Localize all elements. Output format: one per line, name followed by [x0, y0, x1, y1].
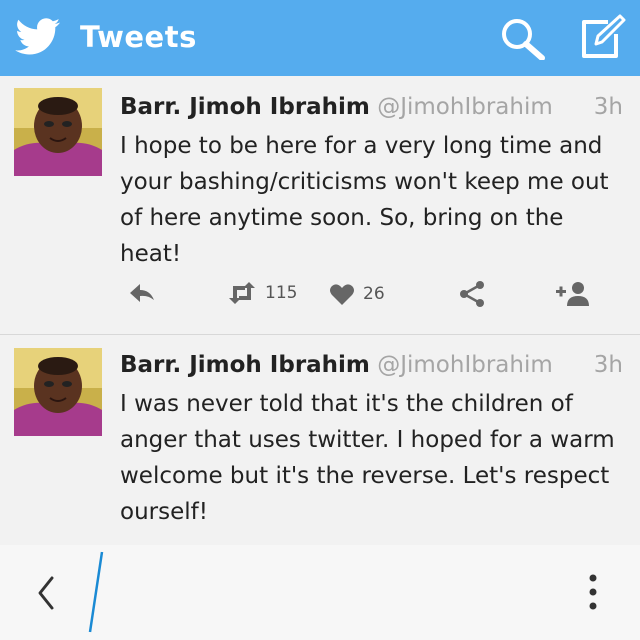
- tweet-header: Barr. Jimoh Ibrahim @JimohIbrahim 3h: [120, 352, 625, 386]
- retweet-button[interactable]: 115: [227, 282, 297, 304]
- add-user-icon: [556, 282, 589, 306]
- retweet-icon: [229, 282, 255, 304]
- compose-icon[interactable]: [578, 14, 626, 60]
- avatar[interactable]: [14, 348, 102, 436]
- share-icon: [460, 281, 484, 307]
- app-header: Tweets: [0, 0, 640, 76]
- author-handle[interactable]: @JimohIbrahim: [377, 352, 553, 378]
- share-button[interactable]: [458, 280, 486, 308]
- like-count: 26: [363, 284, 385, 304]
- tweet-text: I hope to be here for a very long time a…: [120, 133, 609, 267]
- back-chevron-icon[interactable]: [32, 570, 62, 616]
- tweet-header: Barr. Jimoh Ibrahim @JimohIbrahim 3h: [120, 94, 625, 128]
- divider: [88, 551, 104, 633]
- tweet-text: I was never told that it's the children …: [120, 391, 615, 525]
- author-name[interactable]: Barr. Jimoh Ibrahim: [120, 94, 370, 120]
- page-title: Tweets: [80, 20, 197, 54]
- tweet-item[interactable]: Barr. Jimoh Ibrahim @JimohIbrahim 3h I w…: [0, 336, 640, 546]
- heart-icon: [330, 284, 354, 305]
- tweet-item[interactable]: Barr. Jimoh Ibrahim @JimohIbrahim 3h I h…: [0, 76, 640, 334]
- search-icon[interactable]: [498, 16, 546, 60]
- divider: [0, 334, 640, 335]
- retweet-count: 115: [265, 283, 298, 303]
- reply-icon: [130, 284, 154, 302]
- tweet-actions: 115 26: [0, 276, 640, 316]
- author-name[interactable]: Barr. Jimoh Ibrahim: [120, 352, 370, 378]
- twitter-bird-icon: [15, 18, 61, 55]
- like-button[interactable]: 26: [329, 282, 385, 306]
- more-vertical-icon[interactable]: [578, 570, 608, 616]
- reply-button[interactable]: [128, 282, 156, 304]
- follow-button[interactable]: [556, 281, 590, 307]
- author-handle[interactable]: @JimohIbrahim: [377, 94, 553, 120]
- tweet-time: 3h: [593, 94, 623, 120]
- tweet-time: 3h: [593, 352, 623, 378]
- avatar[interactable]: [14, 88, 102, 176]
